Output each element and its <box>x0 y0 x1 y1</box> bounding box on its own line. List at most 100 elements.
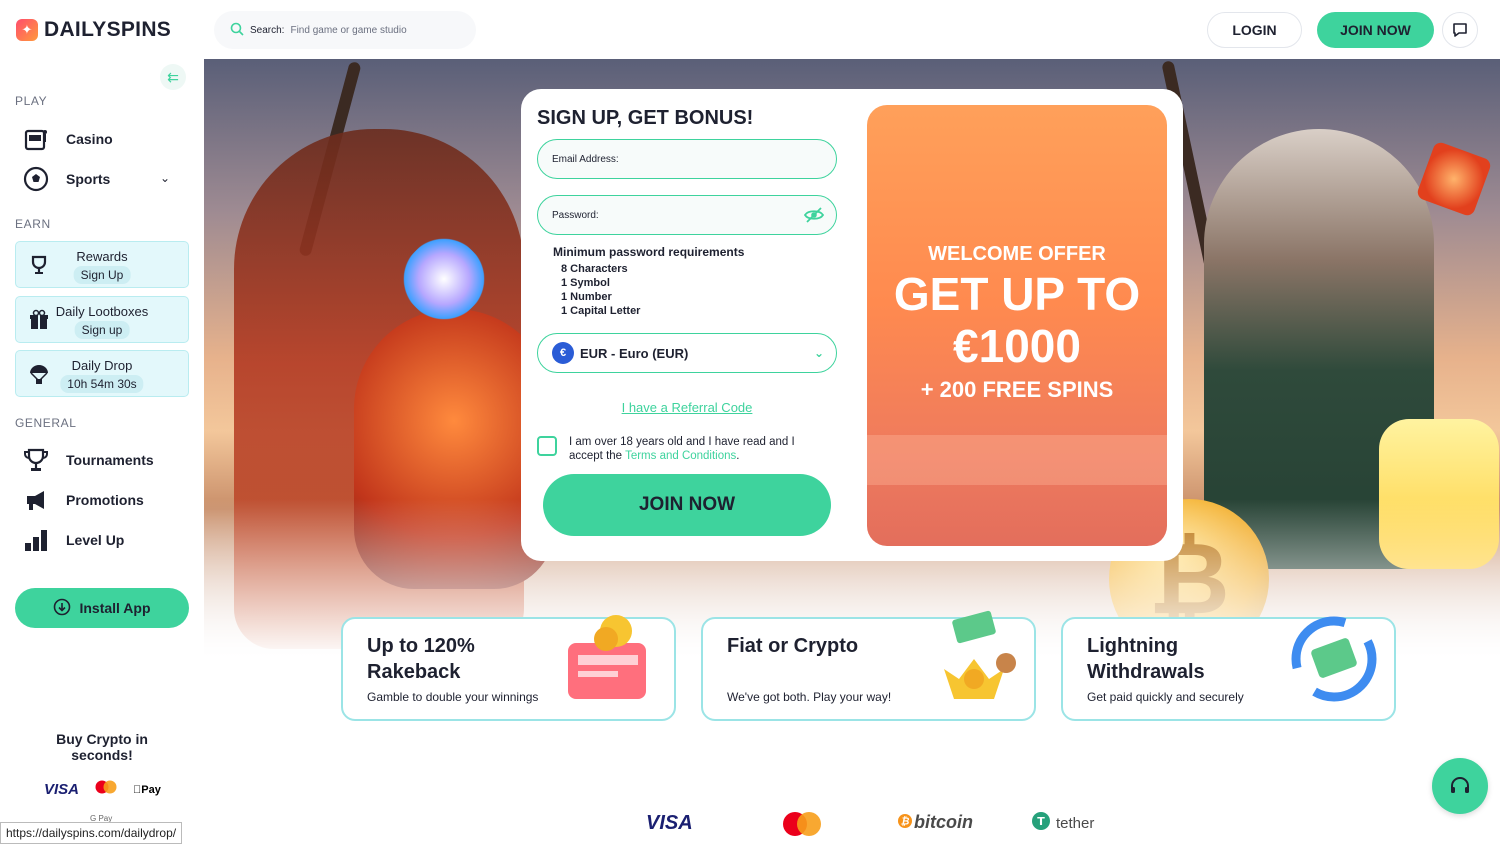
install-app-label: Install App <box>79 600 151 616</box>
apple-pay-logo: Pay <box>133 783 161 796</box>
offer-amount: €1000 <box>953 320 1081 372</box>
chevron-down-icon: ⌄ <box>813 346 824 360</box>
earn-card-daily-drop[interactable]: Daily Drop 10h 54m 30s <box>15 350 189 397</box>
email-field[interactable]: Email Address: <box>537 139 837 179</box>
earn-card-title: Daily Drop <box>71 358 133 373</box>
sidebar-item-label: Level Up <box>66 532 125 548</box>
requirement-item: 1 Symbol <box>561 277 610 289</box>
password-requirements-list: 8 Characters 1 Symbol 1 Number 1 Capital… <box>561 262 640 318</box>
crypto-money-crown-icon <box>924 609 1024 709</box>
earn-card-badge: Sign Up <box>73 266 131 284</box>
currency-select[interactable]: € EUR - Euro (EUR) ⌄ <box>537 333 837 373</box>
sidebar-item-label: Casino <box>66 131 113 147</box>
referral-code-link[interactable]: I have a Referral Code <box>521 400 853 415</box>
install-app-button[interactable]: Install App <box>15 588 189 628</box>
tether-icon: T <box>1032 812 1050 834</box>
feature-title: Up to 120% Rakeback <box>367 635 475 683</box>
feature-desc: We've got both. Play your way! <box>727 690 892 704</box>
currency-value: EUR - Euro (EUR) <box>580 345 689 361</box>
search-input[interactable]: Search: Find game or game studio <box>214 11 476 49</box>
trophy-cup-icon <box>22 446 50 474</box>
offer-headline: GET UP TO <box>893 268 1141 320</box>
tether-wordmark: tether <box>1056 814 1095 832</box>
feature-card-fiat-crypto: Fiat or Crypto We've got both. Play your… <box>701 610 1036 721</box>
chat-icon[interactable] <box>1442 12 1478 48</box>
sidebar-payment-row: VISA Pay <box>44 780 161 799</box>
euro-icon: € <box>552 342 574 364</box>
earn-card-rewards[interactable]: Rewards Sign Up <box>15 241 189 288</box>
visa-logo: VISA <box>44 781 80 798</box>
join-now-header-button[interactable]: JOIN NOW <box>1317 12 1434 48</box>
soccer-ball-icon <box>22 165 50 193</box>
offer-haze <box>867 435 1167 485</box>
search-icon <box>230 22 244 39</box>
email-placeholder: Email Address: <box>552 153 619 165</box>
password-field[interactable]: Password: <box>537 195 837 235</box>
slot-machine-icon <box>22 125 50 153</box>
collapse-sidebar-icon[interactable]: ⇇ <box>160 64 186 90</box>
countdown-badge: 10h 54m 30s <box>60 375 144 393</box>
feature-card-rakeback: Up to 120% Rakeback Gamble to double you… <box>341 615 676 721</box>
mastercard-logo-icon <box>95 780 117 799</box>
logo-mark-icon: ✦ <box>16 19 38 41</box>
password-placeholder: Password: <box>552 209 599 221</box>
offer-spins: + 200 FREE SPINS <box>920 377 1114 402</box>
search-placeholder: Find game or game studio <box>290 24 407 36</box>
section-label-general: GENERAL <box>15 416 77 430</box>
footer-visa-logo: VISA <box>646 812 693 834</box>
sidebar-item-tournaments[interactable]: Tournaments <box>22 446 154 474</box>
logo[interactable]: ✦ DAILYSPINS <box>16 18 171 42</box>
cash-cycle-icon <box>1284 609 1384 709</box>
feature-title: Lightning Withdrawals <box>1087 635 1205 683</box>
terms-suffix: . <box>736 450 740 462</box>
earn-card-title: Rewards <box>76 249 128 264</box>
status-bar-url: https://dailyspins.com/dailydrop/ <box>0 822 183 844</box>
download-icon <box>53 598 71 619</box>
search-label: Search: <box>250 24 285 36</box>
svg-text:T: T <box>1037 815 1045 828</box>
svg-text:₿: ₿ <box>901 815 910 828</box>
signup-title: SIGN UP, GET BONUS! <box>537 107 754 129</box>
support-headset-icon[interactable] <box>1432 758 1488 814</box>
brand-name: DAILYSPINS <box>44 18 172 41</box>
chevron-down-icon[interactable]: ⌄ <box>160 171 170 185</box>
footer-mastercard-icon <box>780 810 824 838</box>
wallet-coins-icon <box>564 609 664 709</box>
section-label-earn: EARN <box>15 217 51 231</box>
feature-title: Fiat or Crypto <box>727 635 859 657</box>
sidebar-item-promotions[interactable]: Promotions <box>22 486 144 514</box>
sidebar-item-label: Promotions <box>66 492 144 508</box>
welcome-offer-panel: WELCOME OFFER GET UP TO €1000 + 200 FREE… <box>867 105 1167 546</box>
feature-card-withdrawals: Lightning Withdrawals Get paid quickly a… <box>1061 616 1396 721</box>
login-button[interactable]: LOGIN <box>1207 12 1302 48</box>
bitcoin-wordmark: bitcoin <box>914 812 973 832</box>
offer-label: WELCOME OFFER <box>928 243 1106 265</box>
earn-card-daily-lootboxes[interactable]: Daily Lootboxes Sign up <box>15 296 189 343</box>
terms-link[interactable]: Terms and Conditions <box>625 450 736 462</box>
footer-bitcoin-logo: ₿ bitcoin <box>898 812 973 833</box>
terms-text: I am over 18 years old and I have read a… <box>569 435 829 463</box>
sidebar-item-casino[interactable]: Casino <box>22 125 113 153</box>
requirement-item: 1 Capital Letter <box>561 305 641 317</box>
signup-card: SIGN UP, GET BONUS! Email Address: Passw… <box>521 89 1183 561</box>
buy-crypto-text: Buy Crypto in seconds! <box>56 731 148 763</box>
bitcoin-icon: ₿ <box>898 812 912 833</box>
section-label-play: PLAY <box>15 94 48 108</box>
eye-slash-icon[interactable] <box>803 206 825 227</box>
footer-tether-logo: T tether <box>1032 812 1094 834</box>
sidebar-item-label: Tournaments <box>66 452 154 468</box>
megaphone-icon <box>22 486 50 514</box>
bar-chart-icon <box>22 526 50 554</box>
earn-card-title: Daily Lootboxes <box>55 304 149 319</box>
sidebar-item-sports[interactable]: Sports <box>22 165 110 193</box>
earn-card-badge: Sign up <box>74 321 130 339</box>
terms-checkbox[interactable] <box>537 436 557 456</box>
feature-desc: Get paid quickly and securely <box>1087 690 1244 704</box>
sidebar-item-level-up[interactable]: Level Up <box>22 526 124 554</box>
password-requirements-title: Minimum password requirements <box>553 245 745 259</box>
join-now-button[interactable]: JOIN NOW <box>543 474 831 536</box>
requirement-item: 8 Characters <box>561 263 628 275</box>
sidebar: ✦ DAILYSPINS ⇇ PLAY Casino Sports ⌄ EARN… <box>0 0 204 844</box>
requirement-item: 1 Number <box>561 291 612 303</box>
sidebar-item-label: Sports <box>66 171 111 187</box>
